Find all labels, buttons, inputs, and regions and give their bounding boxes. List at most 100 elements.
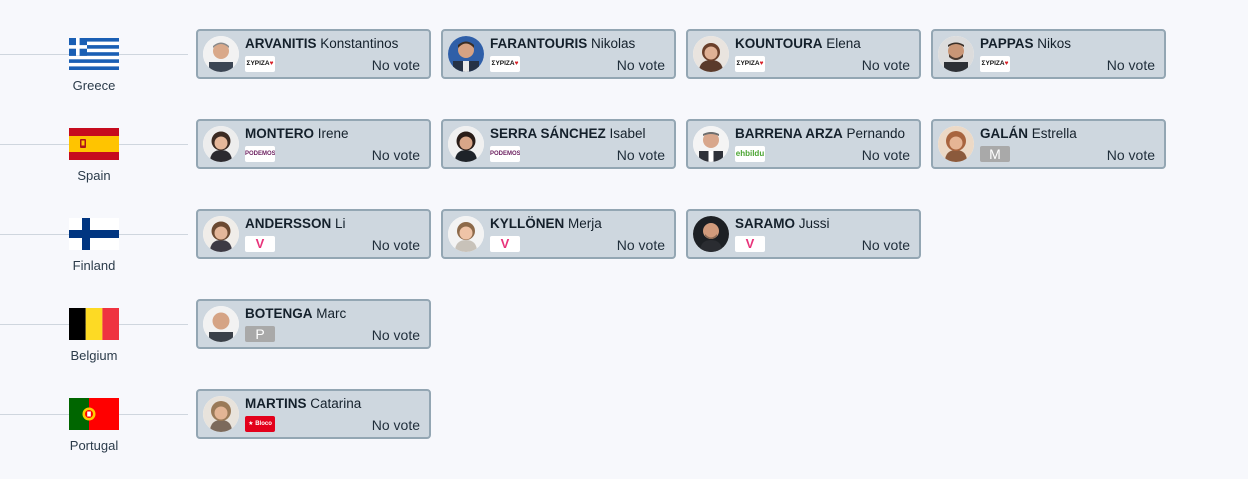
vote-status: No vote — [1106, 147, 1155, 163]
mep-surname: KOUNTOURA — [735, 36, 823, 51]
country-row-portugal: Portugal MARTINS Catarina ★ Bloco No vot… — [0, 389, 1248, 479]
country-name: Greece — [72, 78, 116, 93]
mep-name: FARANTOURIS Nikolas — [490, 36, 635, 51]
syriza-logo-icon: ΣΥΡΙΖΑ♥ — [490, 56, 520, 72]
mep-firstname: Isabel — [609, 126, 646, 141]
avatar — [693, 36, 729, 72]
avatar — [203, 126, 239, 162]
mep-name: BOTENGA Marc — [245, 306, 346, 321]
mep-name: ANDERSSON Li — [245, 216, 346, 231]
mep-firstname: Marc — [316, 306, 347, 321]
generic-party-logo-icon: P — [245, 326, 275, 342]
country-label: Finland — [44, 218, 144, 273]
spain-flag-icon — [69, 128, 119, 160]
finland-flag-icon — [69, 218, 119, 250]
mep-surname: FARANTOURIS — [490, 36, 588, 51]
bloco-logo-icon: ★ Bloco — [245, 416, 275, 432]
vote-status: No vote — [616, 57, 665, 73]
avatar — [448, 36, 484, 72]
mep-firstname: Estrella — [1031, 126, 1077, 141]
mep-surname: MONTERO — [245, 126, 314, 141]
mep-card[interactable]: KOUNTOURA Elena ΣΥΡΙΖΑ♥ No vote — [686, 29, 921, 79]
country-label: Spain — [44, 128, 144, 183]
mep-firstname: Nikos — [1037, 36, 1072, 51]
avatar — [693, 126, 729, 162]
syriza-logo-icon: ΣΥΡΙΖΑ♥ — [735, 56, 765, 72]
mep-card[interactable]: MONTERO Irene PODEMOS No vote — [196, 119, 431, 169]
mep-name: BARRENA ARZA Pernando — [735, 126, 905, 141]
avatar — [203, 216, 239, 252]
mep-firstname: Catarina — [310, 396, 362, 411]
vote-status: No vote — [371, 417, 420, 433]
mep-card[interactable]: BOTENGA Marc P No vote — [196, 299, 431, 349]
mep-name: MONTERO Irene — [245, 126, 349, 141]
mep-name: SARAMO Jussi — [735, 216, 830, 231]
mep-surname: KYLLÖNEN — [490, 216, 565, 231]
country-name: Finland — [72, 258, 116, 273]
vote-status: No vote — [616, 147, 665, 163]
mep-card[interactable]: SARAMO Jussi V No vote — [686, 209, 921, 259]
avatar — [448, 126, 484, 162]
syriza-logo-icon: ΣΥΡΙΖΑ♥ — [245, 56, 275, 72]
podemos-logo-icon: PODEMOS — [245, 146, 275, 162]
country-row-spain: Spain MONTERO Irene PODEMOS No vote SERR… — [0, 119, 1248, 209]
mep-card[interactable]: MARTINS Catarina ★ Bloco No vote — [196, 389, 431, 439]
mep-name: PAPPAS Nikos — [980, 36, 1071, 51]
mep-surname: BOTENGA — [245, 306, 313, 321]
avatar — [448, 216, 484, 252]
mep-name: SERRA SÁNCHEZ Isabel — [490, 126, 646, 141]
avatar — [693, 216, 729, 252]
vote-status: No vote — [371, 57, 420, 73]
mep-surname: ANDERSSON — [245, 216, 332, 231]
mep-name: KOUNTOURA Elena — [735, 36, 861, 51]
ehbildu-logo-icon: ehbildu — [735, 146, 765, 162]
mep-surname: BARRENA ARZA — [735, 126, 843, 141]
mep-firstname: Irene — [317, 126, 349, 141]
vote-status: No vote — [861, 57, 910, 73]
avatar — [203, 306, 239, 342]
mep-card[interactable]: BARRENA ARZA Pernando ehbildu No vote — [686, 119, 921, 169]
mep-card[interactable]: ANDERSSON Li V No vote — [196, 209, 431, 259]
country-label: Belgium — [44, 308, 144, 363]
country-name: Spain — [77, 168, 111, 183]
vasemmisto-logo-icon: V — [245, 236, 275, 252]
country-row-greece: Greece ARVANITIS Konstantinos ΣΥΡΙΖΑ♥ No… — [0, 29, 1248, 119]
generic-party-logo-icon: M — [980, 146, 1010, 162]
mep-name: ARVANITIS Konstantinos — [245, 36, 398, 51]
mep-firstname: Li — [335, 216, 346, 231]
mep-name: KYLLÖNEN Merja — [490, 216, 602, 231]
mep-firstname: Elena — [826, 36, 861, 51]
avatar — [203, 36, 239, 72]
country-row-finland: Finland ANDERSSON Li V No vote KYLLÖNEN … — [0, 209, 1248, 299]
mep-card[interactable]: ARVANITIS Konstantinos ΣΥΡΙΖΑ♥ No vote — [196, 29, 431, 79]
podemos-logo-icon: PODEMOS — [490, 146, 520, 162]
belgium-flag-icon — [69, 308, 119, 340]
country-name: Belgium — [70, 348, 118, 363]
vote-status: No vote — [1106, 57, 1155, 73]
mep-surname: GALÁN — [980, 126, 1028, 141]
syriza-logo-icon: ΣΥΡΙΖΑ♥ — [980, 56, 1010, 72]
mep-card[interactable]: GALÁN Estrella M No vote — [931, 119, 1166, 169]
mep-surname: MARTINS — [245, 396, 307, 411]
avatar — [203, 396, 239, 432]
vote-status: No vote — [371, 327, 420, 343]
mep-name: GALÁN Estrella — [980, 126, 1077, 141]
mep-surname: ARVANITIS — [245, 36, 317, 51]
mep-card[interactable]: SERRA SÁNCHEZ Isabel PODEMOS No vote — [441, 119, 676, 169]
vote-status: No vote — [861, 147, 910, 163]
country-label: Portugal — [44, 398, 144, 453]
vasemmisto-logo-icon: V — [735, 236, 765, 252]
greece-flag-icon — [69, 38, 119, 70]
mep-card[interactable]: KYLLÖNEN Merja V No vote — [441, 209, 676, 259]
mep-card[interactable]: FARANTOURIS Nikolas ΣΥΡΙΖΑ♥ No vote — [441, 29, 676, 79]
mep-surname: SARAMO — [735, 216, 795, 231]
avatar — [938, 126, 974, 162]
vote-status: No vote — [371, 237, 420, 253]
mep-firstname: Jussi — [798, 216, 830, 231]
country-row-belgium: Belgium BOTENGA Marc P No vote — [0, 299, 1248, 389]
country-label: Greece — [44, 38, 144, 93]
portugal-flag-icon — [69, 398, 119, 430]
vote-status: No vote — [861, 237, 910, 253]
mep-card[interactable]: PAPPAS Nikos ΣΥΡΙΖΑ♥ No vote — [931, 29, 1166, 79]
mep-firstname: Pernando — [846, 126, 906, 141]
